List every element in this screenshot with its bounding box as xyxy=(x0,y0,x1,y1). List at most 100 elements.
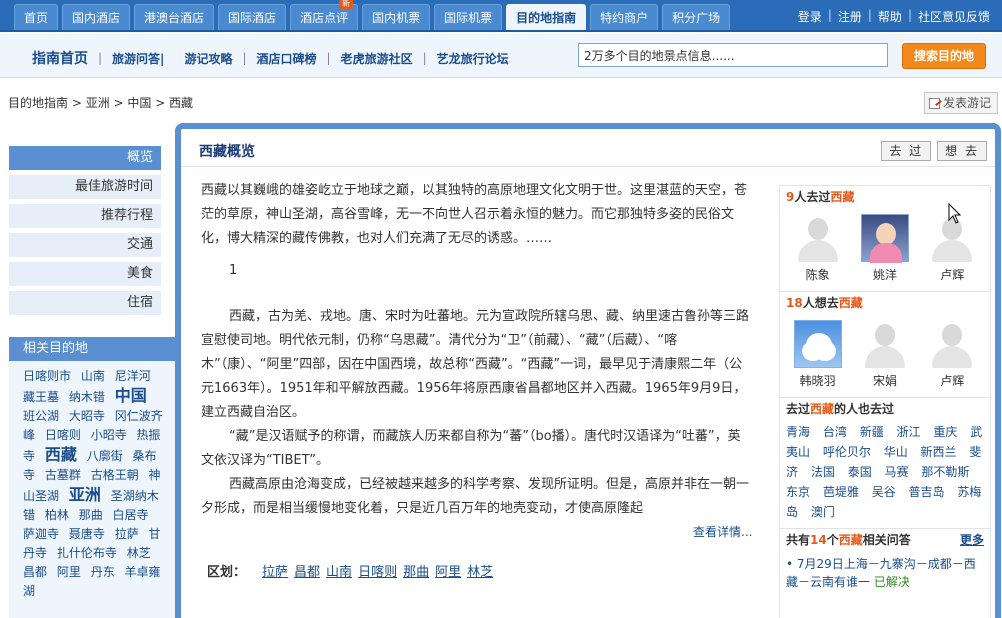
region-link[interactable]: 山南 xyxy=(326,561,352,580)
user-card[interactable]: 韩晓羽 xyxy=(790,320,846,389)
user-card[interactable]: 姚洋 xyxy=(857,214,913,283)
city-link[interactable]: 呼伦贝尔 xyxy=(823,445,871,459)
user-name[interactable]: 姚洋 xyxy=(857,266,913,283)
destination-tag[interactable]: 那曲 xyxy=(79,508,103,522)
search-destination-button[interactable]: 搜索目的地 xyxy=(902,43,986,69)
tab-5[interactable]: 国内机票 xyxy=(362,4,431,30)
qa-item[interactable]: • 7月29日上海－九寨沟－成都－西藏－云南有谁一 已解决 xyxy=(780,551,990,595)
region-link[interactable]: 昌都 xyxy=(294,561,320,580)
user-name[interactable]: 陈象 xyxy=(790,266,846,283)
city-link[interactable]: 那不勒斯 xyxy=(921,465,969,479)
city-link[interactable]: 法国 xyxy=(811,465,835,479)
tab-1[interactable]: 国内酒店 xyxy=(62,4,131,30)
destination-tag[interactable]: 阿里 xyxy=(57,565,81,579)
city-link[interactable]: 泰国 xyxy=(848,465,872,479)
destination-tag[interactable]: 山南 xyxy=(81,369,105,383)
destination-tag[interactable]: 聂唐寺 xyxy=(69,527,105,541)
destination-tag[interactable]: 藏王墓 xyxy=(23,390,59,404)
help-link[interactable]: 帮助 xyxy=(878,8,902,25)
destination-tag[interactable]: 古格王朝 xyxy=(91,468,139,482)
avatar[interactable] xyxy=(860,320,909,368)
destination-tag[interactable]: 拉萨 xyxy=(115,527,139,541)
destination-tag[interactable]: 昌都 xyxy=(23,565,47,579)
destination-tag[interactable]: 纳木错 xyxy=(69,390,105,404)
destination-tag[interactable]: 尼洋河 xyxy=(115,369,151,383)
sidebar-item-transport[interactable]: 交通 xyxy=(9,233,161,257)
user-name[interactable]: 卢辉 xyxy=(924,266,980,283)
destination-tag[interactable]: 白居寺 xyxy=(113,508,149,522)
destination-tag[interactable]: 萨迦寺 xyxy=(23,527,59,541)
destination-tag[interactable]: 丹东 xyxy=(91,565,115,579)
city-link[interactable]: 重庆 xyxy=(933,425,957,439)
city-link[interactable]: 华山 xyxy=(884,445,908,459)
destination-tag[interactable]: 大昭寺 xyxy=(69,409,105,423)
city-link[interactable]: 东京 xyxy=(786,485,810,499)
travel-notes-link[interactable]: 游记攻略 xyxy=(184,50,232,67)
tab-8[interactable]: 特约商户 xyxy=(590,4,659,30)
tab-2[interactable]: 港澳台酒店 xyxy=(134,4,215,30)
destination-tag[interactable]: 小昭寺 xyxy=(91,428,127,442)
sidebar-item-best-time[interactable]: 最佳旅游时间 xyxy=(9,175,161,199)
region-link[interactable]: 日喀则 xyxy=(358,561,397,580)
region-link[interactable]: 林芝 xyxy=(467,561,493,580)
laohu-community-link[interactable]: 老虎旅游社区 xyxy=(341,50,413,67)
region-link[interactable]: 那曲 xyxy=(403,561,429,580)
region-link[interactable]: 阿里 xyxy=(435,561,461,580)
destination-tag[interactable]: 日喀则市 xyxy=(23,369,71,383)
want-to-go-button[interactable]: 想 去 xyxy=(937,141,987,161)
been-there-button[interactable]: 去 过 xyxy=(881,141,932,161)
destination-tag[interactable]: 林芝 xyxy=(127,546,151,560)
destination-tag[interactable]: 八廓街 xyxy=(87,449,123,463)
destination-tag[interactable]: 中国 xyxy=(115,386,147,405)
destination-tag[interactable]: 班公湖 xyxy=(23,409,59,423)
user-card[interactable]: 陈象 xyxy=(790,214,846,283)
user-name[interactable]: 卢辉 xyxy=(924,372,980,389)
city-link[interactable]: 马赛 xyxy=(885,465,909,479)
register-link[interactable]: 注册 xyxy=(838,8,862,25)
city-link[interactable]: 浙江 xyxy=(897,425,921,439)
destination-tag[interactable]: 亚洲 xyxy=(69,485,101,504)
city-link[interactable]: 台湾 xyxy=(823,425,847,439)
hotel-ranking-link[interactable]: 酒店口碑榜 xyxy=(257,50,317,67)
avatar[interactable] xyxy=(928,320,977,368)
avatar[interactable] xyxy=(793,214,842,262)
tab-7[interactable]: 目的地指南 xyxy=(506,4,587,30)
user-card[interactable]: 宋娟 xyxy=(857,320,913,389)
city-link[interactable]: 青海 xyxy=(786,425,810,439)
city-link[interactable]: 芭堤雅 xyxy=(823,485,859,499)
view-details-link[interactable]: 查看详情... xyxy=(693,523,752,540)
city-link[interactable]: 吴谷 xyxy=(872,485,896,499)
tab-3[interactable]: 国际酒店 xyxy=(218,4,287,30)
post-travel-note-button[interactable]: 发表游记 xyxy=(923,92,998,114)
city-link[interactable]: 普吉岛 xyxy=(909,485,945,499)
destination-search-input[interactable] xyxy=(578,43,888,67)
user-card[interactable]: 卢辉 xyxy=(924,320,980,389)
sidebar-item-lodging[interactable]: 住宿 xyxy=(9,291,161,315)
sidebar-item-overview[interactable]: 概览 xyxy=(9,146,161,170)
sidebar-item-food[interactable]: 美食 xyxy=(9,262,161,286)
login-link[interactable]: 登录 xyxy=(798,8,822,25)
city-link[interactable]: 澳门 xyxy=(811,505,835,519)
destination-tag[interactable]: 日喀则 xyxy=(45,428,81,442)
avatar[interactable] xyxy=(793,320,842,368)
tab-6[interactable]: 国际机票 xyxy=(434,4,503,30)
guide-home-link[interactable]: 指南首页 xyxy=(32,48,88,68)
sidebar-item-itinerary[interactable]: 推荐行程 xyxy=(9,204,161,228)
travel-qa-link[interactable]: 旅游问答| xyxy=(112,50,164,67)
destination-tag[interactable]: 西藏 xyxy=(45,445,77,464)
city-link[interactable]: 新疆 xyxy=(860,425,884,439)
destination-tag[interactable]: 扎什伦布寺 xyxy=(57,546,117,560)
elong-forum-link[interactable]: 艺龙旅行论坛 xyxy=(437,50,509,67)
user-name[interactable]: 宋娟 xyxy=(857,372,913,389)
qa-more-link[interactable]: 更多 xyxy=(960,529,984,551)
region-link[interactable]: 拉萨 xyxy=(262,561,288,580)
tab-9[interactable]: 积分广场 xyxy=(662,4,731,30)
user-name[interactable]: 韩晓羽 xyxy=(790,372,846,389)
city-link[interactable]: 新西兰 xyxy=(921,445,957,459)
destination-tag[interactable]: 古墓群 xyxy=(45,468,81,482)
avatar[interactable] xyxy=(860,214,909,263)
tab-0[interactable]: 首页 xyxy=(14,4,59,30)
destination-tag[interactable]: 柏林 xyxy=(45,508,69,522)
tab-4[interactable]: 酒店点评 新 xyxy=(290,0,359,30)
feedback-link[interactable]: 社区意见反馈 xyxy=(918,8,990,25)
